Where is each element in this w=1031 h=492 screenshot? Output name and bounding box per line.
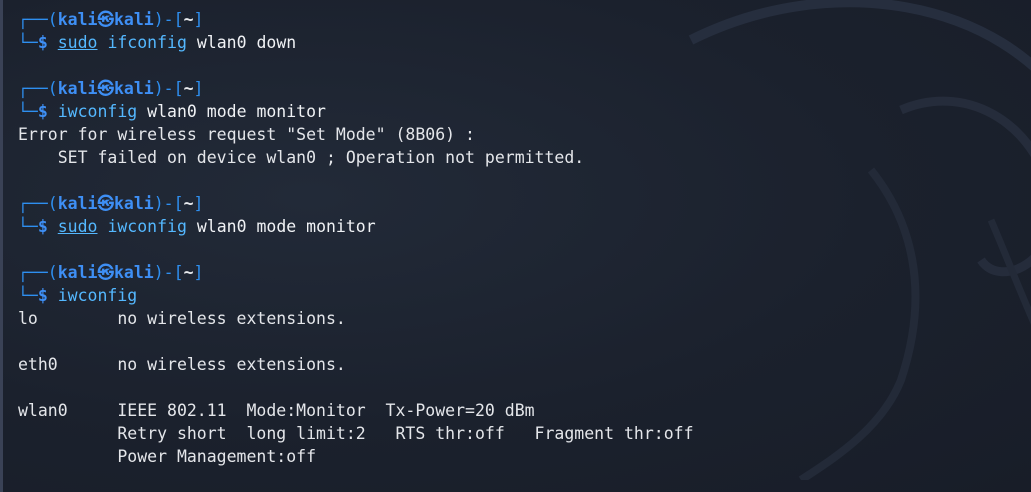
output-line: Retry short long limit:2 RTS thr:off Fra… <box>18 424 694 443</box>
prompt-box-open: ┌──( <box>18 79 58 98</box>
terminal-output: ┌──(kali㉿kali)-[~] └─$ sudo ifconfig wlan… <box>18 8 694 468</box>
prompt-dir: ~ <box>183 263 194 282</box>
prompt-header: ┌──(kali㉿kali)-[~] <box>18 261 694 284</box>
command-args: wlan0 mode monitor <box>196 217 376 236</box>
prompt-bracket: )-[ <box>153 10 184 29</box>
prompt-dollar: $ <box>37 102 48 121</box>
prompt-dir: ~ <box>183 79 194 98</box>
prompt-corner: └─ <box>18 286 38 305</box>
prompt-box-open: ┌──( <box>18 10 58 29</box>
prompt-host: kali <box>114 263 154 282</box>
command-name: ifconfig <box>107 33 187 52</box>
prompt-bracket-close: ] <box>193 79 204 98</box>
command-name: iwconfig <box>107 217 187 236</box>
prompt-dollar: $ <box>37 286 48 305</box>
command-args: wlan0 down <box>196 33 297 52</box>
prompt-header: ┌──(kali㉿kali)-[~] <box>18 8 694 31</box>
terminal-window[interactable]: ┌──(kali㉿kali)-[~] └─$ sudo ifconfig wlan… <box>0 0 1031 492</box>
prompt-dollar: $ <box>37 33 48 52</box>
output-line: wlan0 IEEE 802.11 Mode:Monitor Tx-Power=… <box>18 401 535 420</box>
prompt-user: kali <box>57 194 98 213</box>
command-line: └─$ iwconfig <box>18 284 694 307</box>
command-name: iwconfig <box>57 286 138 305</box>
prompt-bracket: )-[ <box>153 79 184 98</box>
prompt-at-icon: ㉿ <box>97 79 115 98</box>
prompt-user: kali <box>57 10 98 29</box>
prompt-dir: ~ <box>183 194 194 213</box>
sudo-keyword: sudo <box>57 33 98 52</box>
prompt-host: kali <box>114 79 154 98</box>
prompt-at-icon: ㉿ <box>97 194 115 213</box>
output-line: Error for wireless request "Set Mode" (8… <box>18 125 475 144</box>
sudo-keyword: sudo <box>57 217 98 236</box>
prompt-header: ┌──(kali㉿kali)-[~] <box>18 192 694 215</box>
prompt-header: ┌──(kali㉿kali)-[~] <box>18 77 694 100</box>
prompt-dir: ~ <box>183 10 194 29</box>
prompt-at-icon: ㉿ <box>97 10 115 29</box>
prompt-bracket-close: ] <box>193 194 204 213</box>
prompt-bracket-close: ] <box>193 263 204 282</box>
command-line: └─$ sudo ifconfig wlan0 down <box>18 31 694 54</box>
output-line: SET failed on device wlan0 ; Operation n… <box>18 148 585 167</box>
command-line: └─$ iwconfig wlan0 mode monitor <box>18 100 694 123</box>
prompt-user: kali <box>57 263 98 282</box>
prompt-host: kali <box>114 10 154 29</box>
prompt-corner: └─ <box>18 217 38 236</box>
prompt-dollar: $ <box>37 217 48 236</box>
window-border <box>0 0 3 492</box>
prompt-host: kali <box>114 194 154 213</box>
prompt-user: kali <box>57 79 98 98</box>
output-line: eth0 no wireless extensions. <box>18 355 346 374</box>
output-line: lo no wireless extensions. <box>18 309 346 328</box>
prompt-corner: └─ <box>18 102 38 121</box>
prompt-bracket-close: ] <box>193 10 204 29</box>
command-name: iwconfig <box>57 102 138 121</box>
output-line: Power Management:off <box>18 447 317 466</box>
prompt-bracket: )-[ <box>153 263 184 282</box>
prompt-bracket: )-[ <box>153 194 184 213</box>
prompt-at-icon: ㉿ <box>97 263 115 282</box>
command-line: └─$ sudo iwconfig wlan0 mode monitor <box>18 215 694 238</box>
prompt-corner: └─ <box>18 33 38 52</box>
prompt-box-open: ┌──( <box>18 263 58 282</box>
command-args: wlan0 mode monitor <box>147 102 326 121</box>
prompt-box-open: ┌──( <box>18 194 58 213</box>
